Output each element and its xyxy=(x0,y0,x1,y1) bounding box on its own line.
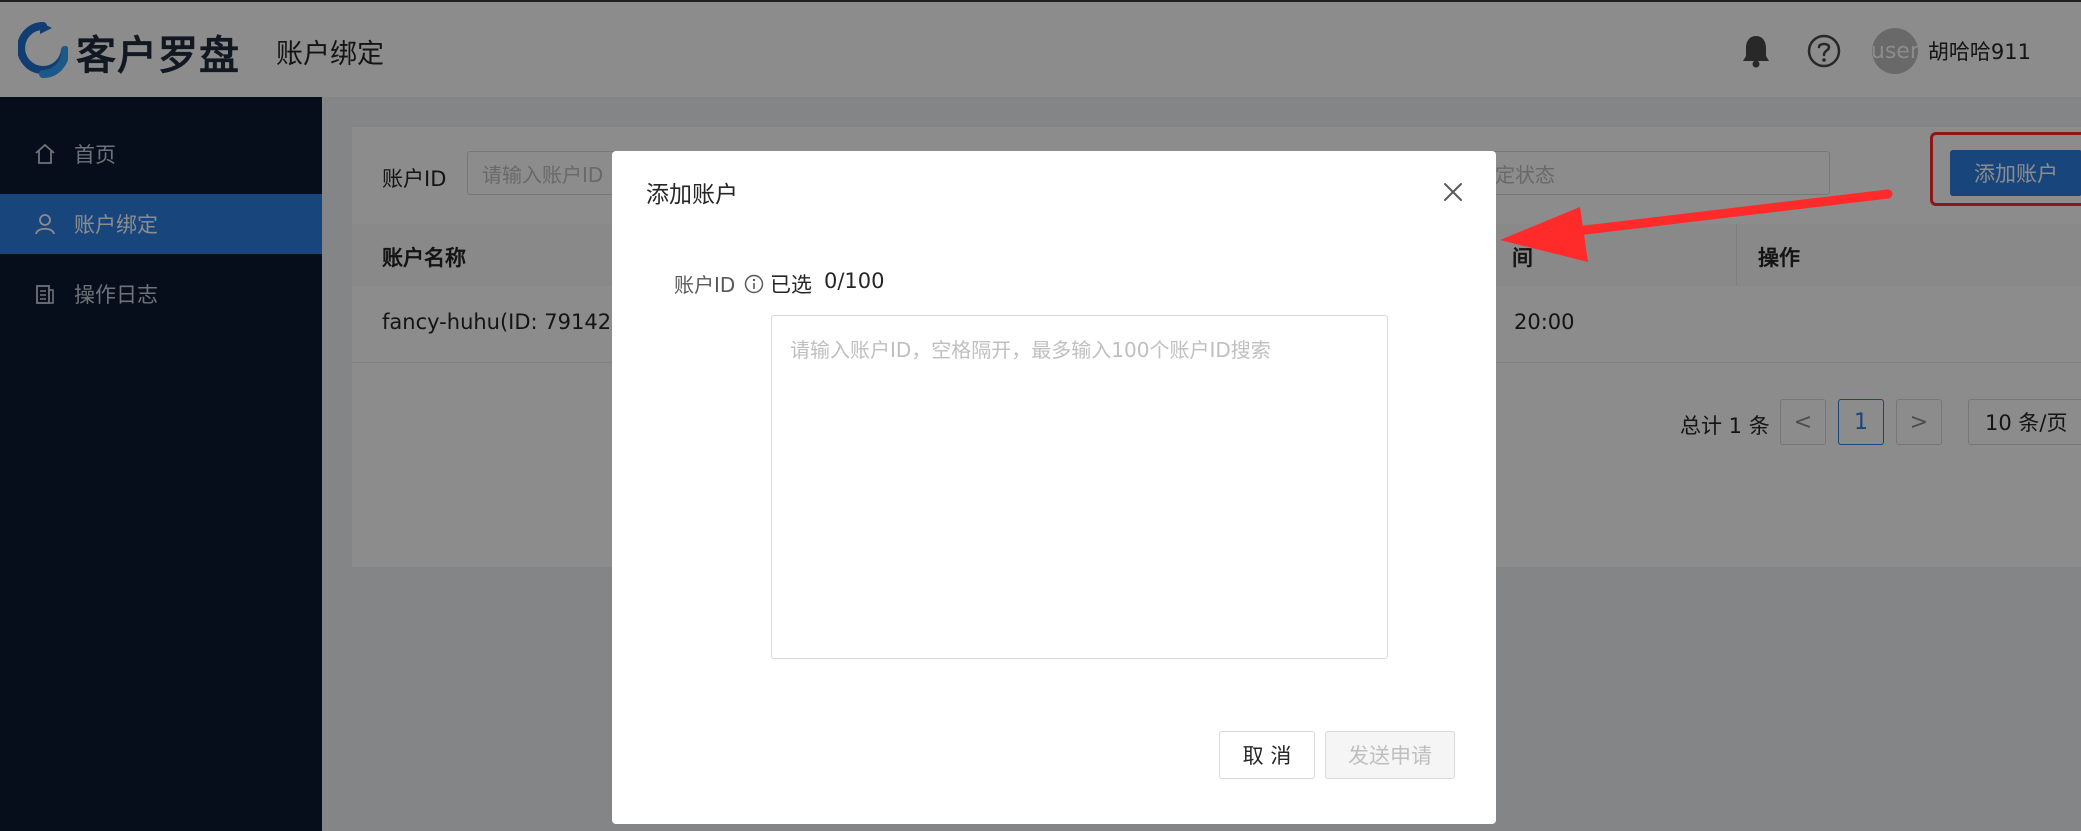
add-account-modal: 添加账户 账户ID 已选 0/100 请输入账户ID，空格隔开，最多输入100个… xyxy=(612,151,1496,824)
cancel-button[interactable]: 取 消 xyxy=(1219,731,1315,779)
account-id-field-label: 账户ID xyxy=(674,269,765,298)
close-icon[interactable] xyxy=(1438,177,1468,207)
selected-count: 0/100 xyxy=(824,269,885,293)
field-label-text: 账户ID xyxy=(674,273,736,297)
selected-label: 已选 xyxy=(770,273,812,297)
info-icon[interactable] xyxy=(743,273,765,295)
send-request-button[interactable]: 发送申请 xyxy=(1325,731,1455,779)
account-id-textarea[interactable]: 请输入账户ID，空格隔开，最多输入100个账户ID搜索 xyxy=(771,315,1388,659)
modal-title: 添加账户 xyxy=(646,182,738,208)
